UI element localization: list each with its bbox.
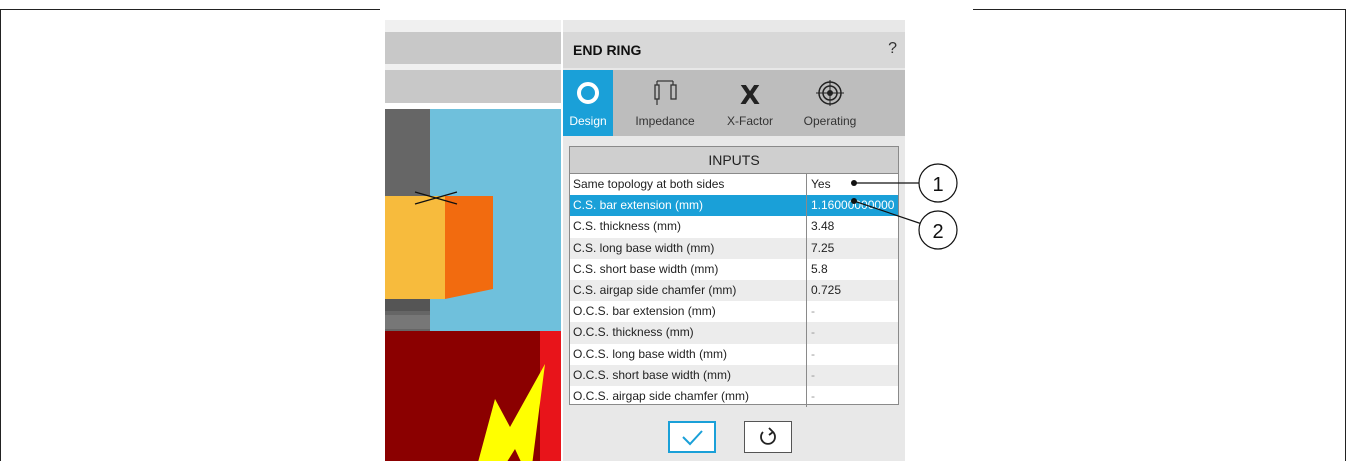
row-label: C.S. thickness (mm) bbox=[573, 219, 682, 234]
row-label: O.C.S. bar extension (mm) bbox=[573, 304, 716, 319]
preview-toolbar-second bbox=[385, 70, 561, 103]
tab-operating[interactable]: Operating bbox=[785, 70, 875, 136]
tab-x-factor[interactable]: X X-Factor bbox=[715, 70, 785, 136]
frame-border-left bbox=[0, 9, 1, 461]
row-value[interactable]: 5.8 bbox=[808, 259, 898, 280]
impedance-icon bbox=[654, 80, 677, 105]
model-preview bbox=[385, 20, 561, 461]
checkmark-icon bbox=[682, 430, 703, 446]
tab-label: Impedance bbox=[635, 114, 695, 128]
row-value[interactable]: 7.25 bbox=[808, 238, 898, 259]
tab-label: Operating bbox=[803, 114, 857, 128]
callout-number-1: 1 bbox=[932, 174, 943, 196]
callout-circle-1 bbox=[918, 163, 958, 203]
frame-border-top-left bbox=[0, 9, 380, 10]
end-ring-panel: END RING ? Design Impedance X X-Factor O… bbox=[563, 20, 905, 461]
table-row[interactable]: O.C.S. bar extension (mm) - bbox=[570, 301, 898, 323]
row-label: O.C.S. airgap side chamfer (mm) bbox=[573, 388, 750, 403]
row-value[interactable]: - bbox=[808, 322, 898, 343]
help-icon[interactable]: ? bbox=[888, 40, 897, 58]
row-value[interactable]: Yes bbox=[808, 174, 898, 195]
inputs-table: INPUTS Same topology at both sides Yes C… bbox=[569, 146, 899, 408]
row-label: C.S. long base width (mm) bbox=[573, 240, 715, 255]
callout-number-2: 2 bbox=[932, 221, 943, 243]
row-value[interactable]: - bbox=[808, 344, 898, 365]
tab-bar: Design Impedance X X-Factor Operating bbox=[563, 70, 905, 136]
end-ring-orange bbox=[445, 196, 493, 299]
shaft-step bbox=[385, 315, 430, 329]
x-factor-icon: X bbox=[740, 81, 760, 106]
row-label: Same topology at both sides bbox=[573, 177, 725, 191]
row-label: C.S. airgap side chamfer (mm) bbox=[573, 282, 737, 297]
row-label: O.C.S. long base width (mm) bbox=[573, 346, 728, 361]
row-value[interactable]: - bbox=[808, 386, 898, 407]
row-value[interactable]: 0.725 bbox=[808, 280, 898, 301]
table-row[interactable]: O.C.S. airgap side chamfer (mm) - bbox=[570, 385, 898, 408]
table-row[interactable]: C.S. airgap side chamfer (mm) 0.725 bbox=[570, 279, 898, 302]
table-row[interactable]: C.S. bar extension (mm) 1.16000000000 bbox=[570, 195, 898, 217]
row-label: O.C.S. thickness (mm) bbox=[573, 325, 694, 340]
tab-label: Design bbox=[569, 114, 607, 128]
table-row[interactable]: C.S. thickness (mm) 3.48 bbox=[570, 216, 898, 238]
reset-button[interactable] bbox=[744, 421, 792, 453]
apply-button[interactable] bbox=[668, 421, 716, 453]
panel-header: END RING ? bbox=[563, 32, 905, 68]
frame-border-right bbox=[1345, 9, 1346, 461]
end-ring-cross-section bbox=[385, 109, 561, 461]
row-value[interactable]: - bbox=[808, 301, 898, 322]
table-header: INPUTS bbox=[570, 147, 898, 174]
row-label: O.C.S. short base width (mm) bbox=[573, 367, 732, 382]
panel-title: END RING bbox=[573, 42, 642, 58]
tab-label: X-Factor bbox=[726, 114, 773, 128]
row-value[interactable]: 3.48 bbox=[808, 216, 898, 237]
table-row[interactable]: O.C.S. short base width (mm) - bbox=[570, 364, 898, 386]
row-value[interactable]: - bbox=[808, 365, 898, 386]
preview-toolbar-top bbox=[385, 32, 561, 64]
row-value[interactable]: 1.16000000000 bbox=[808, 195, 898, 217]
ring-icon bbox=[577, 82, 599, 104]
stator-edge bbox=[540, 331, 561, 461]
row-label: C.S. short base width (mm) bbox=[573, 261, 719, 276]
callout-circle-2 bbox=[918, 210, 958, 250]
end-ring-gold bbox=[385, 196, 445, 299]
table-row[interactable]: C.S. short base width (mm) 5.8 bbox=[570, 258, 898, 280]
frame-border-top-right bbox=[973, 9, 1345, 10]
undo-icon bbox=[760, 427, 776, 445]
table-row[interactable]: C.S. long base width (mm) 7.25 bbox=[570, 237, 898, 259]
tab-design[interactable]: Design bbox=[563, 70, 613, 136]
target-icon bbox=[816, 80, 844, 106]
row-label: C.S. bar extension (mm) bbox=[573, 198, 704, 213]
svg-text:X: X bbox=[740, 81, 760, 106]
shaft-step bbox=[385, 299, 430, 311]
tab-impedance[interactable]: Impedance bbox=[615, 70, 715, 136]
table-row[interactable]: Same topology at both sides Yes bbox=[570, 174, 898, 196]
table-row[interactable]: O.C.S. thickness (mm) - bbox=[570, 322, 898, 344]
table-row[interactable]: O.C.S. long base width (mm) - bbox=[570, 343, 898, 365]
